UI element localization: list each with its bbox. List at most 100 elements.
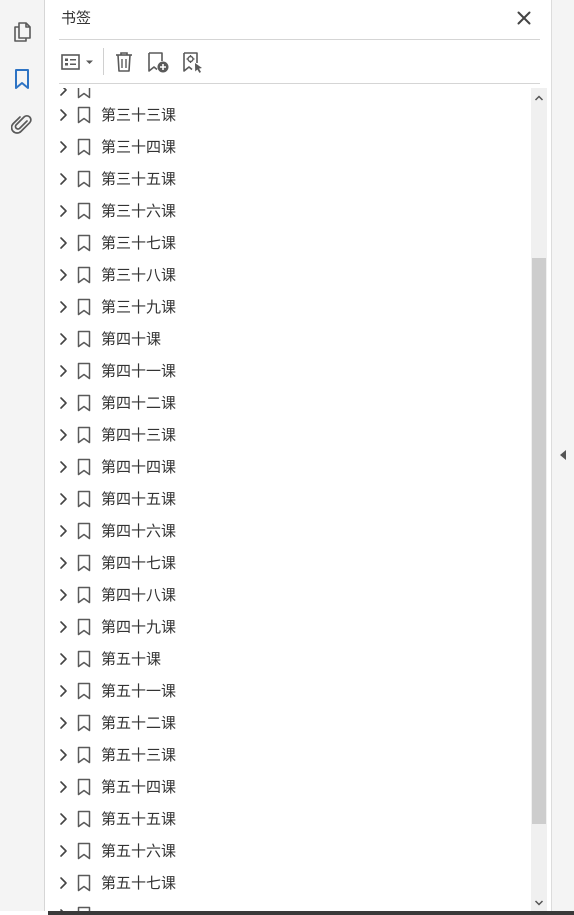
bookmark-label: 第五十七课 bbox=[101, 874, 177, 892]
chevron-right-icon[interactable] bbox=[57, 652, 69, 666]
chevron-right-icon[interactable] bbox=[57, 140, 69, 154]
pages-icon bbox=[14, 22, 31, 42]
bookmark-row[interactable]: 第五十课 bbox=[45, 643, 531, 675]
bookmark-icon bbox=[77, 778, 91, 796]
chevron-right-icon[interactable] bbox=[57, 844, 69, 858]
chevron-right-icon[interactable] bbox=[57, 88, 69, 97]
chevron-right-icon[interactable] bbox=[57, 684, 69, 698]
bookmark-row[interactable]: 第四十六课 bbox=[45, 515, 531, 547]
bookmark-icon bbox=[77, 458, 91, 476]
scroll-up-button[interactable] bbox=[531, 90, 547, 106]
bookmark-label: 第四十二课 bbox=[101, 394, 177, 412]
chevron-right-icon[interactable] bbox=[57, 748, 69, 762]
bookmarks-app: 书签 第三十三课 第三十四课 第三十五课 第三十六课 第三十七课 第三十八课 第… bbox=[0, 0, 574, 915]
bookmarks-toolbar bbox=[45, 40, 551, 83]
bookmark-icon bbox=[77, 202, 91, 220]
bookmark-icon bbox=[77, 266, 91, 284]
bookmark-row[interactable]: 第五十七课 bbox=[45, 867, 531, 899]
delete-bookmark-button[interactable] bbox=[111, 49, 137, 75]
bookmark-label: 第四十一课 bbox=[101, 362, 177, 380]
chevron-right-icon[interactable] bbox=[57, 620, 69, 634]
chevron-right-icon[interactable] bbox=[57, 300, 69, 314]
chevron-right-icon[interactable] bbox=[57, 108, 69, 122]
panel-title: 书签 bbox=[61, 9, 92, 27]
page-thumbnails-button[interactable] bbox=[8, 18, 36, 46]
close-panel-button[interactable] bbox=[514, 8, 534, 28]
chevron-right-icon[interactable] bbox=[57, 332, 69, 346]
bookmarks-panel: 书签 第三十三课 第三十四课 第三十五课 第三十六课 第三十七课 第三十八课 第… bbox=[45, 0, 552, 913]
bookmark-icon bbox=[77, 586, 91, 604]
bookmark-label: 第四十六课 bbox=[101, 522, 177, 540]
bookmark-row[interactable]: 第四十三课 bbox=[45, 419, 531, 451]
bookmark-row[interactable]: 第五十三课 bbox=[45, 739, 531, 771]
bookmark-label: 第四十九课 bbox=[101, 618, 177, 636]
collapse-panel-button[interactable] bbox=[557, 446, 569, 464]
bookmark-row[interactable]: 第三十八课 bbox=[45, 259, 531, 291]
chevron-right-icon[interactable] bbox=[57, 780, 69, 794]
bookmark-row[interactable]: 第四十课 bbox=[45, 323, 531, 355]
bookmark-row[interactable]: 第三十七课 bbox=[45, 227, 531, 259]
attachments-button[interactable] bbox=[8, 110, 36, 138]
chevron-right-icon[interactable] bbox=[57, 492, 69, 506]
bookmark-row[interactable]: 第四十四课 bbox=[45, 451, 531, 483]
bookmark-label: 第五十二课 bbox=[101, 714, 177, 732]
bookmark-row[interactable]: 第四十二课 bbox=[45, 387, 531, 419]
bookmark-icon bbox=[77, 426, 91, 444]
bookmark-icon bbox=[77, 106, 91, 124]
chevron-right-icon[interactable] bbox=[57, 364, 69, 378]
chevron-right-icon[interactable] bbox=[57, 236, 69, 250]
bookmark-label: 第三十八课 bbox=[101, 266, 177, 284]
scroll-down-button[interactable] bbox=[531, 895, 547, 911]
bookmark-from-selection-button[interactable] bbox=[179, 49, 207, 75]
chevron-right-icon[interactable] bbox=[57, 428, 69, 442]
bookmark-row[interactable]: 第五十五课 bbox=[45, 803, 531, 835]
bookmark-label: 第三十七课 bbox=[101, 234, 177, 252]
bookmark-label: 第三十四课 bbox=[101, 138, 177, 156]
chevron-right-icon[interactable] bbox=[57, 716, 69, 730]
bookmark-row[interactable]: 第三十六课 bbox=[45, 195, 531, 227]
bookmark-row[interactable]: 第三十九课 bbox=[45, 291, 531, 323]
chevron-right-icon[interactable] bbox=[57, 172, 69, 186]
chevron-right-icon[interactable] bbox=[57, 396, 69, 410]
bookmark-icon bbox=[15, 69, 29, 89]
chevron-down-icon bbox=[534, 900, 544, 906]
bookmark-icon bbox=[77, 522, 91, 540]
toolbar-divider-bottom bbox=[59, 83, 540, 84]
bookmark-label: 第三十六课 bbox=[101, 202, 177, 220]
bookmark-icon bbox=[77, 650, 91, 668]
bookmark-row[interactable]: 第五十六课 bbox=[45, 835, 531, 867]
bookmark-row[interactable]: 第四十一课 bbox=[45, 355, 531, 387]
bookmark-row[interactable]: 第五十一课 bbox=[45, 675, 531, 707]
bookmark-icon bbox=[77, 874, 91, 892]
bookmark-row[interactable]: 第四十五课 bbox=[45, 483, 531, 515]
bookmark-row[interactable]: 第五十二课 bbox=[45, 707, 531, 739]
chevron-right-icon[interactable] bbox=[57, 268, 69, 282]
bookmark-row[interactable]: 第三十五课 bbox=[45, 163, 531, 195]
bookmarks-tab-button[interactable] bbox=[8, 65, 36, 93]
chevron-right-icon[interactable] bbox=[57, 556, 69, 570]
bookmark-row[interactable]: 第三十三课 bbox=[45, 99, 531, 131]
chevron-right-icon[interactable] bbox=[57, 876, 69, 890]
toolbar-divider bbox=[103, 48, 104, 75]
new-bookmark-button[interactable] bbox=[144, 49, 172, 75]
bookmark-row[interactable]: 第四十九课 bbox=[45, 611, 531, 643]
vertical-scrollbar[interactable] bbox=[531, 88, 547, 913]
chevron-right-icon[interactable] bbox=[57, 524, 69, 538]
chevron-right-icon[interactable] bbox=[57, 204, 69, 218]
bookmark-row[interactable]: 第四十七课 bbox=[45, 547, 531, 579]
bookmark-icon bbox=[77, 842, 91, 860]
panel-header: 书签 bbox=[45, 0, 551, 39]
scrollbar-thumb[interactable] bbox=[532, 258, 546, 824]
bookmark-row[interactable]: 第四十八课 bbox=[45, 579, 531, 611]
bookmark-icon bbox=[77, 88, 91, 99]
chevron-up-icon bbox=[534, 95, 544, 101]
chevron-right-icon[interactable] bbox=[57, 460, 69, 474]
bookmark-row[interactable]: 第五十四课 bbox=[45, 771, 531, 803]
bookmark-list: 第三十三课第三十四课第三十五课第三十六课第三十七课第三十八课第三十九课 第四十课第… bbox=[45, 88, 531, 913]
chevron-right-icon[interactable] bbox=[57, 812, 69, 826]
bookmark-label: 第四十八课 bbox=[101, 586, 177, 604]
bookmark-icon bbox=[77, 234, 91, 252]
chevron-right-icon[interactable] bbox=[57, 588, 69, 602]
options-menu-button[interactable] bbox=[59, 49, 97, 75]
bookmark-row[interactable]: 第三十四课 bbox=[45, 131, 531, 163]
